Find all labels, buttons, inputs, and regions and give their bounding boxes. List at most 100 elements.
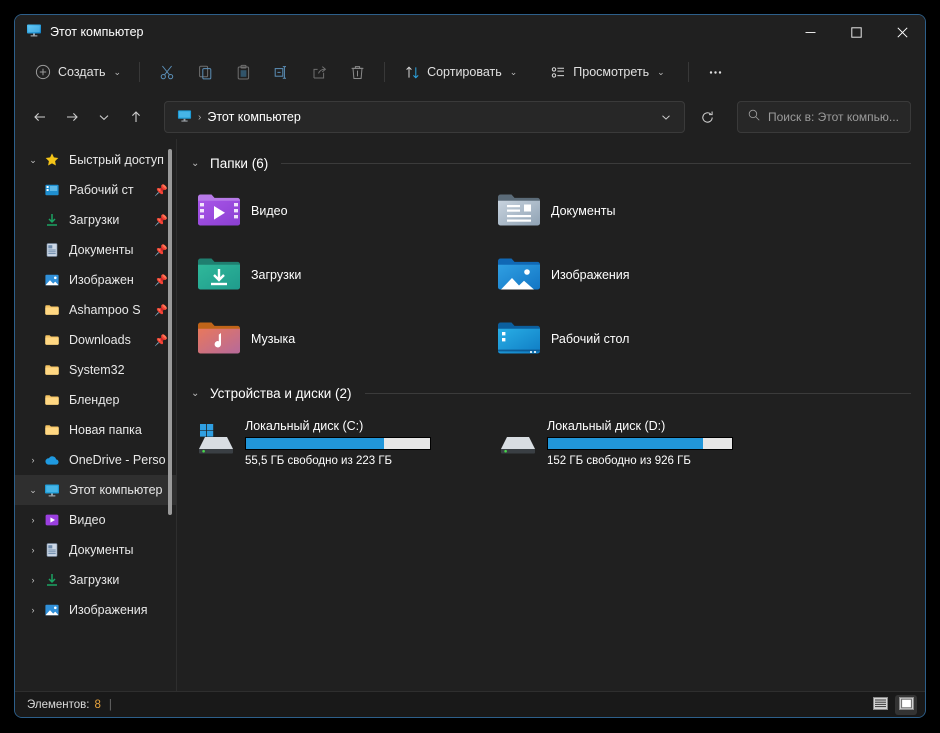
drive-name: Локальный диск (C:) [245, 419, 364, 433]
pin-icon[interactable]: 📌 [154, 334, 168, 347]
back-button[interactable] [25, 102, 55, 132]
sidebar-item-15[interactable]: › Изображения [15, 595, 176, 625]
paste-icon [234, 63, 252, 81]
pin-icon[interactable]: 📌 [154, 274, 168, 287]
folders-group-header[interactable]: ⌄ Папки (6) [191, 149, 911, 177]
details-view-icon [872, 696, 888, 713]
sidebar-item-1[interactable]: Рабочий ст 📌 [15, 175, 176, 205]
sidebar-item-11[interactable]: ⌄ Этот компьютер [15, 475, 176, 505]
status-bar: Элементов: 8 | [15, 691, 925, 717]
copy-button[interactable] [187, 57, 223, 87]
sidebar-scrollbar[interactable] [168, 143, 174, 687]
sidebar-item-10[interactable]: › OneDrive - Perso [15, 445, 176, 475]
paste-button[interactable] [225, 57, 261, 87]
folder-item[interactable]: Документы [491, 185, 791, 237]
drive-capacity-bar [245, 437, 431, 450]
chevron-down-icon[interactable]: ⌄ [23, 485, 43, 496]
rename-button[interactable] [263, 57, 299, 87]
drive-item[interactable]: Локальный диск (D:) 152 ГБ свободно из 9… [493, 415, 739, 471]
trash-icon [348, 63, 366, 81]
details-view-button[interactable] [869, 695, 891, 715]
folder-item[interactable]: Загрузки [191, 249, 491, 301]
share-button[interactable] [301, 57, 337, 87]
drive-item[interactable]: Локальный диск (C:) 55,5 ГБ свободно из … [191, 415, 437, 471]
chevron-right-icon[interactable]: › [23, 515, 43, 525]
more-options-button[interactable] [698, 57, 734, 87]
folder-item[interactable]: Изображения [491, 249, 791, 301]
sidebar-item-label: System32 [69, 363, 125, 377]
sidebar-item-12[interactable]: › Видео [15, 505, 176, 535]
pictures-icon [43, 601, 61, 619]
breadcrumb-separator: › [198, 111, 202, 123]
copy-icon [196, 63, 214, 81]
up-button[interactable] [121, 102, 151, 132]
documents-icon [43, 241, 61, 259]
recent-locations-button[interactable] [89, 102, 119, 132]
chevron-right-icon[interactable]: › [23, 455, 43, 465]
status-items-label: Элементов: [27, 698, 90, 711]
chevron-right-icon[interactable]: › [23, 545, 43, 555]
pin-icon[interactable]: 📌 [154, 244, 168, 257]
rename-icon [272, 63, 290, 81]
minimize-button[interactable] [787, 15, 833, 49]
breadcrumb-label: Этот компьютер [207, 110, 301, 124]
sidebar-item-6[interactable]: Downloads 📌 [15, 325, 176, 355]
close-button[interactable] [879, 15, 925, 49]
chevron-down-icon: ⌄ [657, 66, 665, 77]
ellipsis-icon [707, 63, 725, 81]
chevron-down-icon: ⌄ [113, 66, 122, 77]
address-bar[interactable]: › Этот компьютер [164, 101, 685, 133]
status-items-count: 8 [94, 698, 101, 711]
sidebar-item-2[interactable]: Загрузки 📌 [15, 205, 176, 235]
pin-icon[interactable]: 📌 [154, 304, 168, 317]
content-pane: ⌄ Папки (6) Видео Документы Загрузки Изо… [177, 139, 925, 691]
cut-button[interactable] [149, 57, 185, 87]
large-icons-view-button[interactable] [895, 694, 917, 715]
folder-item[interactable]: Музыка [191, 313, 491, 365]
new-button[interactable]: Создать ⌄ [25, 57, 130, 87]
sidebar-scrollbar-thumb[interactable] [168, 149, 172, 515]
sidebar-item-label: Изображения [69, 603, 148, 617]
sidebar-item-label: Загрузки [69, 573, 120, 587]
view-toggle-group [869, 694, 917, 715]
sidebar-item-label: Новая папка [69, 423, 142, 437]
pin-icon[interactable]: 📌 [154, 184, 168, 197]
search-input[interactable] [768, 110, 901, 124]
toolbar: Создать ⌄ Сортировать ⌄ Просмотреть ⌄ [15, 49, 925, 95]
sidebar-item-7[interactable]: System32 [15, 355, 176, 385]
refresh-button[interactable] [691, 101, 723, 133]
pin-icon[interactable]: 📌 [154, 214, 168, 227]
drive-capacity-bar [547, 437, 733, 450]
sidebar-item-3[interactable]: Документы 📌 [15, 235, 176, 265]
sidebar-item-9[interactable]: Новая папка [15, 415, 176, 445]
forward-button[interactable] [57, 102, 87, 132]
chevron-right-icon[interactable]: › [23, 575, 43, 585]
onedrive-icon [43, 451, 61, 469]
delete-button[interactable] [339, 57, 375, 87]
sort-button[interactable]: Сортировать ⌄ [394, 57, 526, 87]
chevron-down-icon[interactable]: ⌄ [191, 388, 203, 399]
folder-item[interactable]: Рабочий стол [491, 313, 791, 365]
sidebar-item-0[interactable]: ⌄ Быстрый доступ [15, 145, 176, 175]
chevron-down-icon[interactable]: ⌄ [23, 155, 43, 166]
breadcrumb[interactable]: › Этот компьютер [173, 104, 305, 130]
folder-item-label: Музыка [251, 332, 296, 346]
sidebar-item-4[interactable]: Изображен 📌 [15, 265, 176, 295]
sidebar-item-5[interactable]: Ashampoo S 📌 [15, 295, 176, 325]
view-button[interactable]: Просмотреть ⌄ [540, 57, 673, 87]
search-box[interactable] [737, 101, 911, 133]
folder-icon [43, 391, 61, 409]
chevron-down-icon[interactable]: ⌄ [191, 158, 203, 169]
sidebar-item-13[interactable]: › Документы [15, 535, 176, 565]
drives-group-header[interactable]: ⌄ Устройства и диски (2) [191, 379, 911, 407]
sidebar-item-8[interactable]: Блендер [15, 385, 176, 415]
sort-icon [403, 63, 421, 81]
sidebar-item-label: Видео [69, 513, 106, 527]
window-title: Этот компьютер [50, 25, 144, 39]
chevron-right-icon[interactable]: › [23, 605, 43, 615]
address-dropdown-button[interactable] [652, 103, 680, 131]
folder-item[interactable]: Видео [191, 185, 491, 237]
maximize-button[interactable] [833, 15, 879, 49]
music-folder-icon [197, 317, 241, 362]
sidebar-item-14[interactable]: › Загрузки [15, 565, 176, 595]
